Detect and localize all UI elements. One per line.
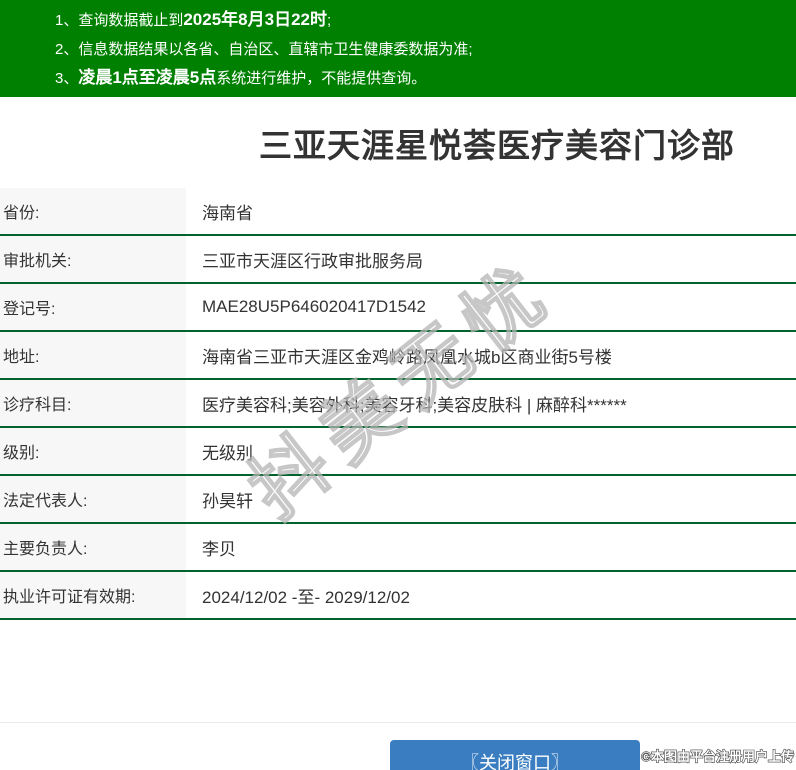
notice-text: 3、 [55,70,79,87]
notice-text: 1、查询数据截止到 [55,12,184,29]
query-result-page: 1、查询数据截止到2025年8月3日22时; 2、信息数据结果以各省、自治区、直… [0,0,796,770]
institution-info-table: 省份: 海南省 审批机关: 三亚市天涯区行政审批服务局 登记号: MAE28U5… [0,188,796,620]
notice-line-2: 2、信息数据结果以各省、自治区、直辖市卫生健康委数据为准; [55,35,796,64]
notice-text: 系统进行维护，不能提供查询。 [216,70,427,87]
row-label: 法定代表人: [0,476,186,522]
row-value: 2024/12/02 -至- 2029/12/02 [202,587,410,607]
notice-bold-text: 凌晨1点至凌晨5点 [78,68,217,87]
notice-bold-text: 2025年8月3日22时 [183,10,327,29]
close-window-button[interactable]: 〖关闭窗口〗 [390,740,640,770]
row-value: 孙昊轩 [202,491,253,511]
page-title: 三亚天涯星悦荟医疗美容门诊部 [259,127,735,164]
table-row-registration-number: 登记号: MAE28U5P646020417D1542 [0,284,796,332]
row-label: 诊疗科目: [0,380,186,426]
notice-line-3: 3、凌晨1点至凌晨5点系统进行维护，不能提供查询。 [55,64,796,93]
table-row-legal-representative: 法定代表人: 孙昊轩 [0,476,796,524]
row-label: 地址: [0,332,186,378]
footer-bar: 〖关闭窗口〗 ©本图由平台注册用户上传 [0,722,796,770]
row-label: 登记号: [0,284,186,330]
table-row-address: 地址: 海南省三亚市天涯区金鸡岭路凤凰水城b区商业街5号楼 [0,332,796,380]
row-value: 海南省 [202,203,253,223]
table-row-level: 级别: 无级别 [0,428,796,476]
row-label: 审批机关: [0,236,186,282]
row-value: 三亚市天涯区行政审批服务局 [202,251,423,271]
title-area: 三亚天涯星悦荟医疗美容门诊部 [0,97,796,188]
row-label: 主要负责人: [0,524,186,570]
table-row-approval-authority: 审批机关: 三亚市天涯区行政审批服务局 [0,236,796,284]
row-label: 省份: [0,188,186,234]
upload-credit-text: ©本图由平台注册用户上传 [641,748,795,764]
row-value: MAE28U5P646020417D1542 [202,297,427,316]
table-row-license-validity: 执业许可证有效期: 2024/12/02 -至- 2029/12/02 [0,572,796,620]
row-value: 海南省三亚市天涯区金鸡岭路凤凰水城b区商业街5号楼 [202,347,612,367]
table-row-clinical-departments: 诊疗科目: 医疗美容科;美容外科;美容牙科;美容皮肤科 | 麻醉科****** [0,380,796,428]
row-value: 无级别 [202,443,253,463]
notice-banner: 1、查询数据截止到2025年8月3日22时; 2、信息数据结果以各省、自治区、直… [0,0,796,97]
notice-text: 2、信息数据结果以各省、自治区、直辖市卫生健康委数据为准; [55,41,473,58]
row-label: 级别: [0,428,186,474]
table-row-province: 省份: 海南省 [0,188,796,236]
row-value: 医疗美容科;美容外科;美容牙科;美容皮肤科 | 麻醉科****** [202,395,627,415]
notice-text: ; [326,12,332,29]
table-row-principal: 主要负责人: 李贝 [0,524,796,572]
notice-line-1: 1、查询数据截止到2025年8月3日22时; [55,6,796,35]
row-value: 李贝 [202,539,236,559]
row-label: 执业许可证有效期: [0,572,186,618]
